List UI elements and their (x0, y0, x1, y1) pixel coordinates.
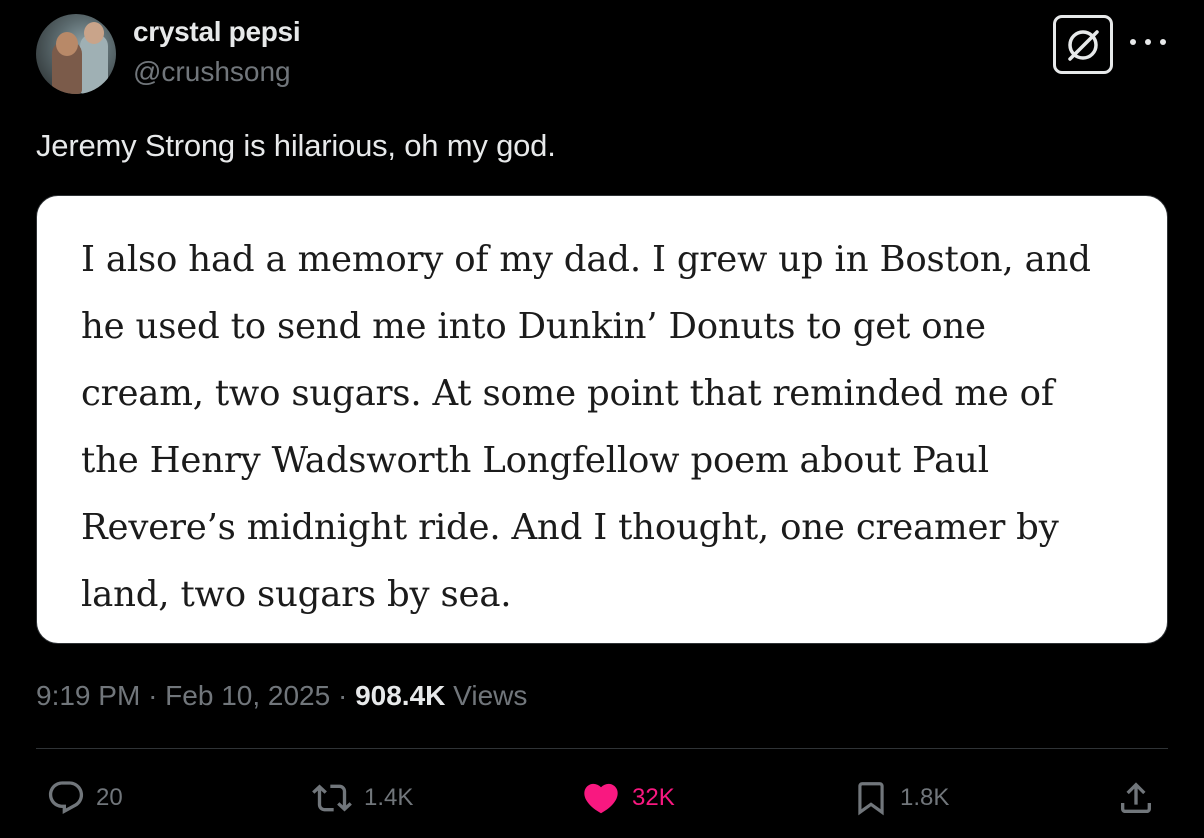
quote-line: the Henry Wadsworth Longfellow poem abou… (81, 440, 989, 481)
repost-count: 1.4K (364, 784, 414, 811)
timestamp-time[interactable]: 9:19 PM (36, 680, 140, 711)
views-count[interactable]: 908.4K (355, 680, 445, 711)
like-button[interactable]: 32K (580, 770, 675, 826)
bookmark-icon (858, 782, 884, 816)
divider (36, 748, 1168, 749)
meta-separator: · (148, 680, 158, 711)
bookmark-count: 1.8K (900, 784, 950, 811)
avatar[interactable] (36, 14, 116, 94)
tweet-image[interactable]: I also had a memory of my dad. I grew up… (36, 195, 1168, 644)
heart-icon (584, 783, 618, 814)
more-icon (1130, 39, 1136, 45)
user-handle[interactable]: @crushsong (133, 56, 291, 88)
grok-button[interactable] (1053, 15, 1113, 74)
grok-icon (1068, 29, 1099, 61)
action-bar: 20 1.4K 32K 1.8K (0, 770, 1204, 826)
repost-button[interactable]: 1.4K (310, 770, 413, 826)
reply-count: 20 (96, 784, 123, 811)
timestamp-date[interactable]: Feb 10, 2025 (165, 680, 330, 711)
quote-text: I also had a memory of my dad. I grew up… (81, 226, 1137, 628)
share-button[interactable] (1116, 770, 1156, 826)
like-count: 32K (632, 784, 675, 811)
quote-line: I also had a memory of my dad. I grew up… (81, 239, 1091, 280)
quote-line: he used to send me into Dunkin’ Donuts t… (81, 306, 986, 347)
share-icon (1121, 782, 1151, 813)
meta-separator: · (337, 680, 348, 711)
reply-button[interactable]: 20 (46, 770, 123, 826)
tweet-meta: 9:19 PM · Feb 10, 2025 · 908.4K Views (36, 680, 527, 712)
quote-line: cream, two sugars. At some point that re… (81, 373, 1054, 414)
tweet: crystal pepsi @crushsong Jeremy Strong i… (0, 0, 1204, 838)
bookmark-button[interactable]: 1.8K (852, 770, 949, 826)
quote-line: land, two sugars by sea. (81, 574, 512, 615)
quote-line: Revere’s midnight ride. And I thought, o… (81, 507, 1059, 548)
repost-icon (312, 784, 352, 812)
more-button[interactable] (1130, 30, 1166, 54)
views-label: Views (453, 680, 528, 711)
reply-icon (48, 781, 84, 815)
tweet-text: Jeremy Strong is hilarious, oh my god. (36, 128, 556, 163)
display-name[interactable]: crystal pepsi (133, 16, 301, 48)
